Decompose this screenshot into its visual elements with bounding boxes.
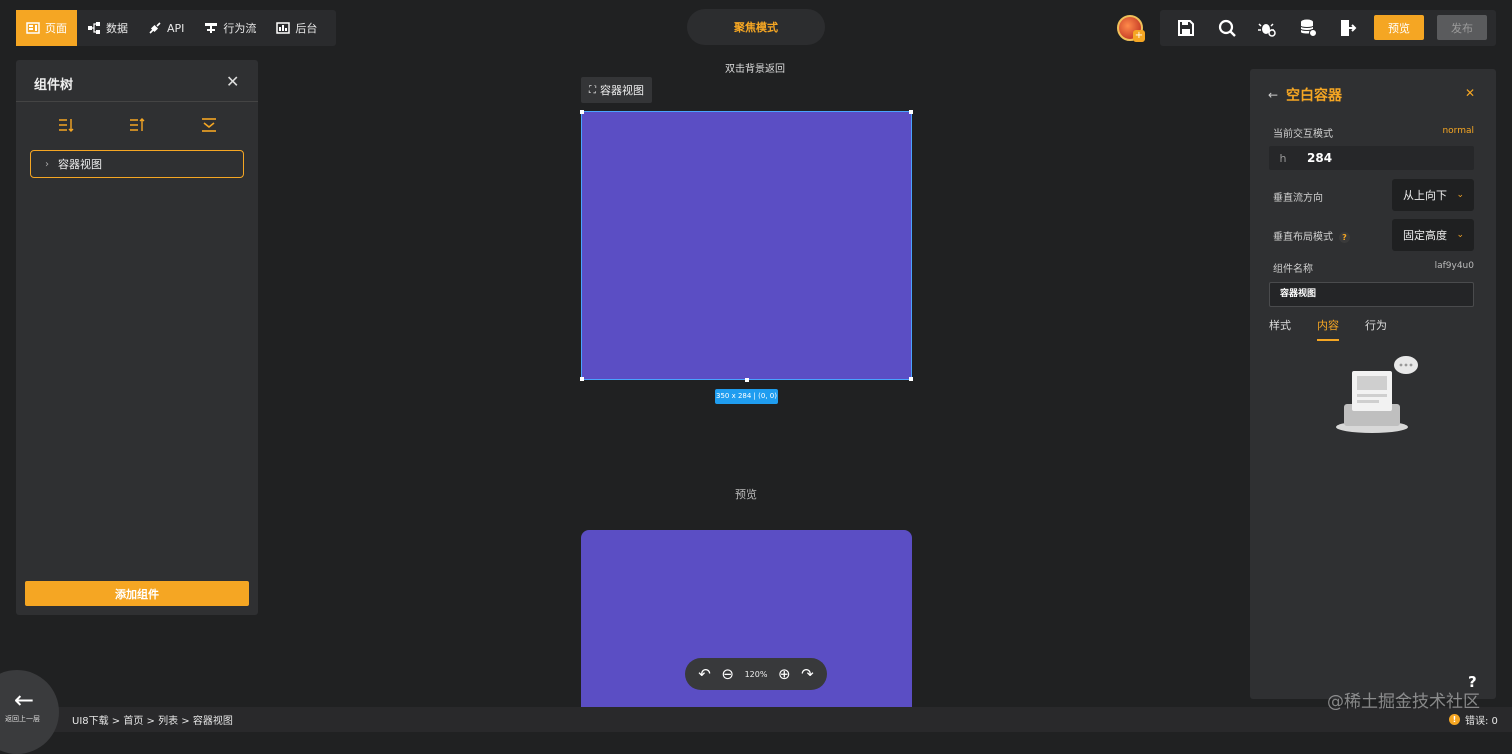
preview-button[interactable]: 预览 — [1374, 15, 1424, 40]
resize-handle[interactable] — [580, 377, 584, 381]
back-label: 返回上一层 — [5, 715, 40, 723]
nav-data[interactable]: 数据 — [77, 10, 138, 46]
empty-state-illustration — [1336, 356, 1418, 433]
zoom-out-icon[interactable]: ⊖ — [721, 665, 734, 683]
warning-icon: ! — [1449, 714, 1460, 725]
container-canvas[interactable] — [580, 110, 913, 382]
watermark: @稀土掘金技术社区 — [1327, 692, 1480, 712]
view-label-text: 容器视图 — [600, 84, 644, 97]
backend-icon — [276, 22, 291, 34]
component-name-label: 组件名称 — [1273, 264, 1313, 275]
tab-behavior[interactable]: 行为 — [1365, 317, 1387, 341]
close-icon[interactable]: ✕ — [1465, 86, 1475, 100]
view-label[interactable]: ⛶ 容器视图 — [581, 77, 652, 103]
top-nav: 页面 数据 API 行为流 后台 — [16, 10, 336, 46]
error-count-label: 错误: 0 — [1465, 716, 1498, 727]
resize-handle[interactable] — [580, 110, 584, 114]
nav-flow[interactable]: 行为流 — [194, 10, 266, 46]
interaction-mode-value: normal — [1442, 126, 1474, 136]
nav-page[interactable]: 页面 — [16, 10, 77, 46]
divider — [16, 101, 258, 102]
component-tree-panel: 组件树 ✕ › 容器视图 添加组件 — [16, 60, 258, 615]
tree-item-container-view[interactable]: › 容器视图 — [30, 150, 244, 178]
help-icon[interactable]: ? — [1339, 232, 1350, 243]
database-icon[interactable] — [1298, 18, 1318, 38]
chevron-down-icon: ⌄ — [1456, 190, 1464, 200]
close-icon[interactable]: ✕ — [226, 72, 239, 91]
zoom-in-icon[interactable]: ⊕ — [778, 665, 791, 683]
resize-handle[interactable] — [909, 377, 913, 381]
back-arrow-icon[interactable]: ← — [1268, 88, 1278, 102]
panel-title: 组件树 — [34, 78, 74, 93]
tree-item-label: 容器视图 — [58, 158, 102, 171]
vlayout-value: 固定高度 — [1403, 229, 1447, 242]
redo-icon[interactable]: ↷ — [801, 665, 814, 683]
right-toolbar: 预览 发布 — [1160, 10, 1496, 46]
vflow-value: 从上向下 — [1403, 189, 1447, 202]
breadcrumb[interactable]: UI8下载 > 首页 > 列表 > 容器视图 — [72, 712, 233, 727]
resize-handle[interactable] — [909, 110, 913, 114]
panel-title: 空白容器 — [1286, 88, 1342, 104]
canvas-hint: 双击背景返回 — [725, 64, 785, 75]
nav-api[interactable]: API — [138, 10, 194, 46]
vlayout-label: 垂直布局模式? — [1273, 228, 1350, 243]
data-icon — [88, 22, 100, 34]
nav-data-label: 数据 — [106, 22, 128, 35]
nav-page-label: 页面 — [45, 22, 67, 35]
search-icon[interactable] — [1217, 18, 1237, 38]
interaction-mode-label: 当前交互模式 — [1273, 129, 1333, 140]
sort-descending-icon[interactable] — [128, 116, 146, 134]
vflow-select[interactable]: 从上向下 ⌄ — [1392, 179, 1474, 211]
zoom-bar: ↶ ⊖ 120% ⊕ ↷ — [685, 658, 827, 690]
page-icon — [26, 22, 40, 34]
flow-icon — [205, 23, 218, 33]
nav-backend-label: 后台 — [295, 22, 318, 35]
api-icon — [149, 22, 161, 34]
preview-label: 预览 — [735, 488, 757, 501]
chevron-down-icon: ⌄ — [1456, 230, 1464, 240]
add-collaborator-icon[interactable]: + — [1133, 30, 1145, 42]
size-tag: 350 x 284 | (0, 0) — [715, 389, 778, 404]
nav-api-label: API — [167, 21, 185, 35]
collapse-all-icon[interactable] — [200, 116, 218, 134]
tab-content[interactable]: 内容 — [1317, 317, 1339, 341]
resize-handle-bottom[interactable] — [745, 378, 749, 382]
nav-backend[interactable]: 后台 — [266, 10, 327, 46]
nav-flow-label: 行为流 — [223, 22, 257, 35]
tab-style[interactable]: 样式 — [1269, 317, 1291, 341]
error-count[interactable]: ! 错误: 0 — [1449, 712, 1498, 727]
fullscreen-icon: ⛶ — [589, 84, 596, 96]
vlayout-select[interactable]: 固定高度 ⌄ — [1392, 219, 1474, 251]
height-value: 284 — [1307, 151, 1333, 165]
vflow-label: 垂直流方向 — [1273, 193, 1323, 204]
debug-icon[interactable] — [1257, 18, 1277, 38]
height-field[interactable]: h 284 — [1269, 146, 1474, 170]
zoom-level: 120% — [744, 669, 768, 679]
focus-mode-button[interactable]: 聚焦模式 — [687, 9, 825, 45]
chevron-right-icon[interactable]: › — [45, 159, 49, 170]
height-prefix: h — [1279, 151, 1287, 165]
panel-tabs: 样式 内容 行为 — [1269, 317, 1387, 341]
save-icon[interactable] — [1176, 18, 1196, 38]
undo-icon[interactable]: ↶ — [698, 665, 711, 683]
component-name-input[interactable]: 容器视图 — [1269, 282, 1474, 307]
export-icon[interactable] — [1338, 18, 1358, 38]
publish-button[interactable]: 发布 — [1437, 15, 1487, 40]
properties-panel: ← 空白容器 ✕ 当前交互模式 normal h 284 垂直流方向 从上向下 … — [1250, 69, 1496, 699]
vlayout-label-text: 垂直布局模式 — [1273, 232, 1333, 243]
back-arrow-icon[interactable]: ← — [14, 686, 34, 714]
add-component-button[interactable]: 添加组件 — [25, 581, 249, 606]
component-id: laf9y4u0 — [1434, 261, 1474, 271]
sort-ascending-icon[interactable] — [57, 116, 75, 134]
